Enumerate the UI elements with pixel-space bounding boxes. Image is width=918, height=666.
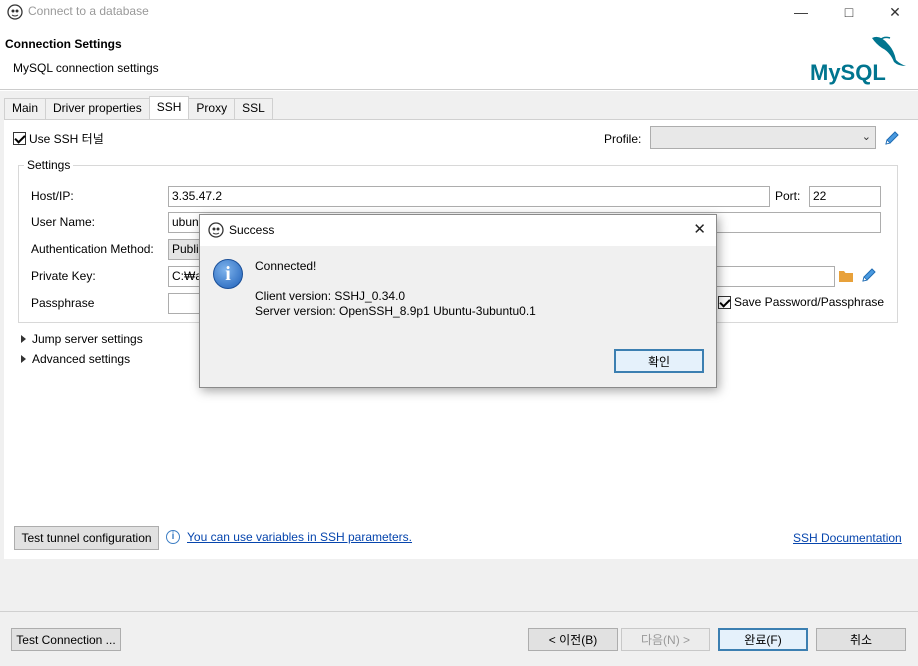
success-message: Connected! bbox=[255, 259, 317, 273]
next-button[interactable]: 다음(N) > bbox=[621, 628, 710, 651]
expand-arrow-icon bbox=[21, 335, 26, 343]
tab-bar: Main Driver properties SSH Proxy SSL bbox=[4, 96, 273, 119]
dialog-header: Connection Settings MySQL connection set… bbox=[0, 24, 918, 90]
port-input[interactable]: 22 bbox=[809, 186, 881, 207]
tab-proxy[interactable]: Proxy bbox=[188, 98, 236, 119]
host-label: Host/IP: bbox=[31, 189, 74, 203]
maximize-icon[interactable]: □ bbox=[834, 2, 864, 22]
success-dialog-titlebar: Success ✕ bbox=[200, 215, 716, 246]
mysql-logo: MySQL bbox=[810, 36, 906, 85]
expand-arrow-icon bbox=[21, 355, 26, 363]
edit-key-icon[interactable] bbox=[861, 267, 877, 283]
ssh-documentation-link[interactable]: SSH Documentation bbox=[793, 531, 902, 545]
info-icon: i bbox=[213, 259, 243, 289]
private-key-label: Private Key: bbox=[31, 269, 96, 283]
test-connection-button[interactable]: Test Connection ... bbox=[11, 628, 121, 651]
passphrase-label: Passphrase bbox=[31, 296, 95, 310]
ssh-variables-link[interactable]: You can use variables in SSH parameters. bbox=[187, 530, 412, 544]
use-ssh-checkbox[interactable] bbox=[13, 132, 26, 145]
save-password-label: Save Password/Passphrase bbox=[734, 295, 885, 309]
close-icon[interactable]: ✕ bbox=[693, 220, 706, 238]
dbeaver-app-icon bbox=[208, 222, 224, 238]
chevron-down-icon: ⌄ bbox=[861, 131, 871, 143]
dbeaver-app-icon bbox=[7, 4, 23, 20]
use-ssh-toggle[interactable]: Use SSH 터널 bbox=[13, 130, 104, 147]
server-version-text: Server version: OpenSSH_8.9p1 Ubuntu-3ub… bbox=[255, 304, 536, 318]
mysql-logo-text: MySQL bbox=[810, 60, 886, 85]
username-label: User Name: bbox=[31, 215, 96, 229]
tab-driver-properties[interactable]: Driver properties bbox=[45, 98, 150, 119]
port-label: Port: bbox=[775, 189, 801, 203]
ok-button[interactable]: 확인 bbox=[614, 349, 704, 373]
settings-legend: Settings bbox=[24, 158, 74, 172]
save-password-checkbox[interactable] bbox=[718, 295, 731, 309]
success-dialog: Success ✕ i Connected! Client version: S… bbox=[199, 214, 717, 388]
host-input[interactable]: 3.35.47.2 bbox=[168, 186, 770, 207]
page-title: Connection Settings bbox=[5, 37, 122, 51]
back-button[interactable]: < 이전(B) bbox=[528, 628, 618, 651]
profile-select[interactable]: ⌄ bbox=[650, 126, 876, 149]
tab-ssl[interactable]: SSL bbox=[234, 98, 273, 119]
window-titlebar: Connect to a database — □ ✕ bbox=[0, 0, 918, 24]
dialog-footer: Test Connection ... < 이전(B) 다음(N) > 완료(F… bbox=[0, 611, 918, 666]
close-icon[interactable]: ✕ bbox=[880, 2, 910, 22]
success-dialog-title: Success bbox=[229, 223, 275, 237]
tab-main[interactable]: Main bbox=[4, 98, 47, 119]
save-password-toggle[interactable]: Save Password/Passphrase bbox=[718, 295, 884, 309]
jump-server-label: Jump server settings bbox=[32, 332, 143, 346]
use-ssh-label: Use SSH 터널 bbox=[29, 132, 104, 146]
advanced-settings-section[interactable]: Advanced settings bbox=[21, 352, 130, 366]
jump-server-section[interactable]: Jump server settings bbox=[21, 332, 143, 346]
edit-profile-icon[interactable] bbox=[884, 130, 900, 146]
page-subtitle: MySQL connection settings bbox=[13, 61, 159, 75]
folder-icon[interactable] bbox=[838, 269, 854, 283]
profile-label: Profile: bbox=[604, 132, 642, 146]
finish-button[interactable]: 완료(F) bbox=[718, 628, 808, 651]
tab-ssh[interactable]: SSH bbox=[148, 96, 190, 119]
auth-method-label: Authentication Method: bbox=[31, 242, 154, 256]
window-title: Connect to a database bbox=[28, 4, 149, 18]
minimize-icon[interactable]: — bbox=[786, 2, 816, 22]
info-icon: i bbox=[166, 530, 180, 544]
cancel-button[interactable]: 취소 bbox=[816, 628, 906, 651]
advanced-settings-label: Advanced settings bbox=[32, 352, 131, 366]
client-version-text: Client version: SSHJ_0.34.0 bbox=[255, 289, 406, 303]
test-tunnel-button[interactable]: Test tunnel configuration bbox=[14, 526, 159, 550]
